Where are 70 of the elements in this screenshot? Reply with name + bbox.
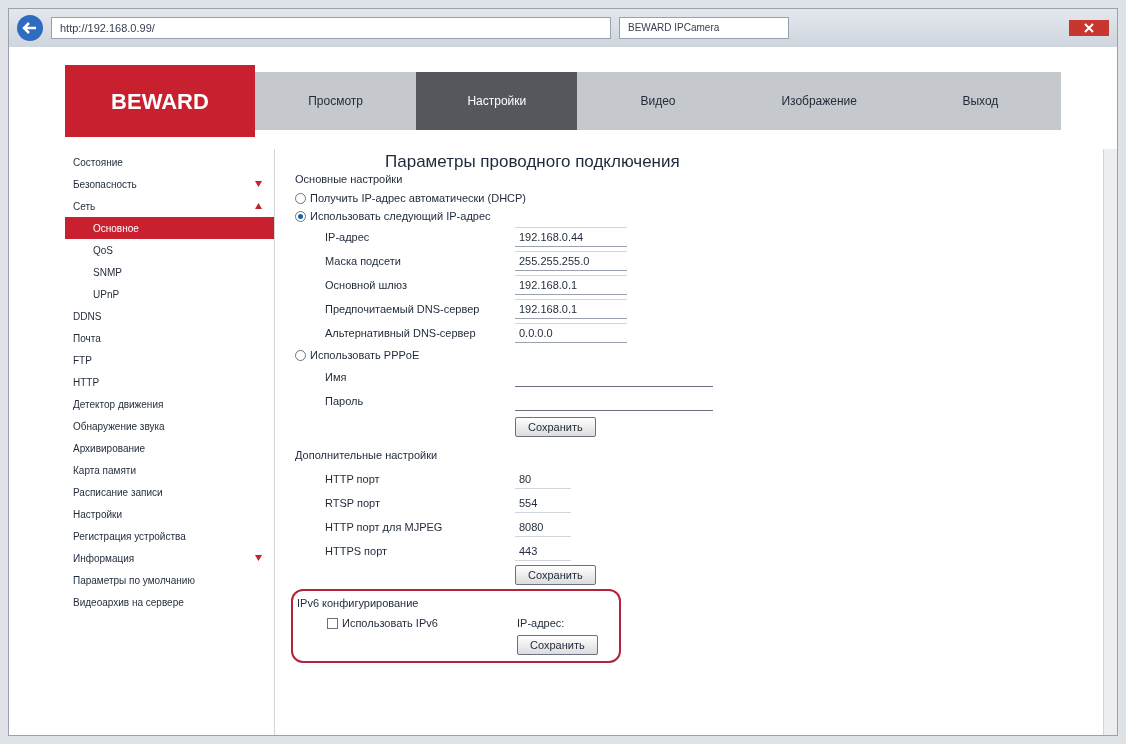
sidebar-item[interactable]: HTTP (65, 371, 274, 393)
section-heading: IPv6 конфигурирование (297, 596, 420, 611)
sidebar-item[interactable]: Состояние (65, 151, 274, 173)
sidebar-item[interactable]: Почта (65, 327, 274, 349)
sidebar-item[interactable]: QoS (65, 239, 274, 261)
input-field[interactable]: 192.168.0.1 (515, 275, 627, 295)
field-label: HTTP порт (325, 471, 381, 487)
close-icon[interactable] (1069, 20, 1109, 36)
field-label: Маска подсети (325, 253, 402, 269)
nav-tab[interactable]: Выход (899, 72, 1061, 130)
logo: BEWARD (65, 65, 255, 137)
sidebar-item[interactable]: Видеоархив на сервере (65, 591, 274, 613)
input-field[interactable]: 192.168.0.1 (515, 299, 627, 319)
caret-down-icon (255, 181, 262, 187)
sidebar-item[interactable]: Параметры по умолчанию (65, 569, 274, 591)
field-label: HTTP порт для MJPEG (325, 519, 444, 535)
field-label: IP-адрес: (517, 615, 565, 631)
sidebar-item[interactable]: Настройки (65, 503, 274, 525)
nav-tab[interactable]: Настройки (416, 72, 578, 130)
back-icon[interactable] (17, 15, 43, 41)
field-label: Имя (325, 369, 348, 385)
save-button[interactable]: Сохранить (515, 565, 596, 585)
field-label: Альтернативный DNS-сервер (325, 325, 477, 341)
radio-label: Использовать следующий IP-адрес (310, 208, 491, 224)
checkbox[interactable] (327, 617, 338, 629)
radio-label: Использовать PPPoE (310, 347, 420, 363)
caret-down-icon (255, 555, 262, 561)
input-field[interactable]: 255.255.255.0 (515, 251, 627, 271)
field-label: RTSP порт (325, 495, 381, 511)
field-label: Пароль (325, 393, 365, 409)
save-button[interactable]: Сохранить (517, 635, 598, 655)
radio-label: Получить IP-адрес автоматически (DHCP) (310, 190, 526, 206)
section-heading: Дополнительные настройки (295, 448, 439, 463)
field-label: HTTPS порт (325, 543, 389, 559)
radio-button[interactable] (295, 192, 306, 204)
checkbox-label: Использовать IPv6 (342, 615, 438, 631)
section-heading: Основные настройки (295, 172, 404, 187)
sidebar-item[interactable]: Регистрация устройства (65, 525, 274, 547)
input-field[interactable]: 8080 (515, 517, 571, 537)
save-button[interactable]: Сохранить (515, 417, 596, 437)
sidebar-item[interactable]: Основное (65, 217, 274, 239)
sidebar-item[interactable]: Карта памяти (65, 459, 274, 481)
sidebar-item[interactable]: Сеть (65, 195, 274, 217)
sidebar-item[interactable]: FTP (65, 349, 274, 371)
sidebar-item[interactable]: Расписание записи (65, 481, 274, 503)
nav-tab[interactable]: Видео (577, 72, 739, 130)
sidebar-item[interactable]: Обнаружение звука (65, 415, 274, 437)
input-field[interactable]: 554 (515, 493, 571, 513)
sidebar-item[interactable]: UPnP (65, 283, 274, 305)
input-field[interactable]: 443 (515, 541, 571, 561)
radio-button[interactable] (295, 210, 306, 222)
input-field[interactable]: 192.168.0.44 (515, 227, 627, 247)
page-title: Параметры проводного подключения (385, 151, 681, 171)
sidebar-item[interactable]: Безопасность (65, 173, 274, 195)
input-field[interactable]: 0.0.0.0 (515, 323, 627, 343)
browser-tab[interactable]: BEWARD IPCamera (619, 17, 789, 39)
caret-up-icon (255, 203, 262, 209)
sidebar-item[interactable]: Архивирование (65, 437, 274, 459)
radio-button[interactable] (295, 349, 306, 361)
sidebar-item[interactable]: DDNS (65, 305, 274, 327)
input-field[interactable]: 80 (515, 469, 571, 489)
sidebar-item[interactable]: Детектор движения (65, 393, 274, 415)
nav-tab[interactable]: Изображение (738, 72, 900, 130)
field-label: Основной шлюз (325, 277, 409, 293)
field-label: IP-адрес (325, 229, 371, 245)
field-label: Предпочитаемый DNS-сервер (325, 301, 481, 317)
address-bar[interactable]: http://192.168.0.99/ (51, 17, 611, 39)
sidebar-item[interactable]: Информация (65, 547, 274, 569)
sidebar-item[interactable]: SNMP (65, 261, 274, 283)
nav-tab[interactable]: Просмотр (255, 72, 417, 130)
